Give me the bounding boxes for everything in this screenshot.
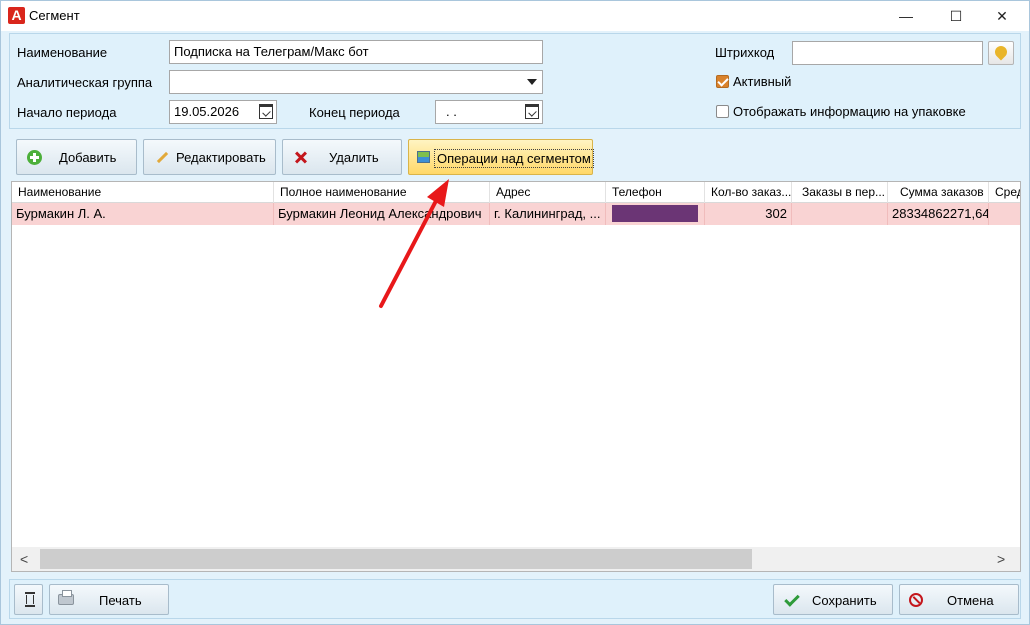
column-header-average[interactable]: Сред (989, 182, 1020, 203)
save-button-label: Сохранить (812, 593, 877, 608)
redacted-phone (612, 205, 698, 222)
save-button[interactable]: Сохранить (773, 584, 893, 615)
delete-x-icon (293, 150, 308, 165)
show-on-package-checkbox[interactable] (716, 105, 729, 118)
show-on-package-label: Отображать информацию на упаковке (733, 104, 966, 119)
print-button[interactable]: Печать (49, 584, 169, 615)
column-header-phone[interactable]: Телефон (606, 182, 705, 203)
cancel-icon (909, 593, 923, 607)
active-label: Активный (733, 74, 792, 89)
image-icon (417, 151, 430, 163)
column-header-orders-period[interactable]: Заказы в пер... (792, 182, 888, 203)
grid-header: Наименование Полное наименование Адрес Т… (12, 182, 1020, 203)
hourglass-icon (25, 592, 35, 607)
name-field-value: Подписка на Телеграм/Макс бот (174, 44, 369, 59)
segment-operations-button[interactable]: Операции над сегментом (408, 139, 594, 175)
analytic-group-label: Аналитическая группа (17, 75, 153, 90)
column-header-address[interactable]: Адрес (490, 182, 606, 203)
scrollbar-thumb[interactable] (40, 549, 752, 569)
cell-orders-sum: 28334862271,64 (888, 203, 989, 225)
scroll-right-icon[interactable]: > (997, 551, 1005, 567)
cancel-button-label: Отмена (947, 593, 994, 608)
checkmark-icon (784, 593, 798, 607)
start-date-label: Начало периода (17, 105, 117, 120)
name-field[interactable]: Подписка на Телеграм/Макс бот (169, 40, 543, 64)
title-bar: A Сегмент — ☐ ✕ (1, 1, 1029, 31)
start-date-value: 19.05.2026 (174, 104, 240, 119)
delete-button-label: Удалить (329, 150, 379, 165)
start-date-field[interactable]: 19.05.2026 (169, 100, 277, 124)
print-button-label: Печать (99, 593, 142, 608)
close-button[interactable]: ✕ (979, 1, 1025, 31)
column-header-orders-sum[interactable]: Сумма заказов (888, 182, 989, 203)
scroll-left-icon[interactable]: < (20, 551, 28, 567)
barcode-generate-button[interactable] (988, 41, 1014, 65)
edit-button-label: Редактировать (176, 150, 266, 165)
column-header-orders-count[interactable]: Кол-во заказ... (705, 182, 792, 203)
column-header-name[interactable]: Наименование (12, 182, 274, 203)
column-header-full-name[interactable]: Полное наименование (274, 182, 490, 203)
chevron-down-icon[interactable] (527, 79, 537, 85)
hourglass-button[interactable] (14, 584, 43, 615)
cell-address: г. Калининград, ... (490, 203, 606, 225)
name-label: Наименование (17, 45, 108, 60)
add-button-label: Добавить (59, 150, 117, 165)
cancel-button[interactable]: Отмена (899, 584, 1019, 615)
add-button[interactable]: Добавить (16, 139, 137, 175)
app-logo-icon: A (8, 7, 25, 24)
customers-grid[interactable]: Наименование Полное наименование Адрес Т… (11, 181, 1021, 572)
delete-button[interactable]: Удалить (282, 139, 402, 175)
add-icon (27, 150, 42, 165)
cell-full-name: Бурмакин Леонид Александрович (274, 203, 490, 225)
printer-icon (58, 590, 74, 605)
end-date-label: Конец периода (309, 105, 400, 120)
active-checkbox[interactable] (716, 75, 729, 88)
cell-name: Бурмакин Л. А. (12, 203, 274, 225)
cell-orders-period (792, 203, 888, 225)
horizontal-scrollbar[interactable]: < > (12, 547, 1020, 571)
calendar-icon[interactable] (259, 104, 273, 119)
analytic-group-dropdown[interactable] (169, 70, 543, 94)
cell-average (989, 203, 1020, 225)
cell-orders-count: 302 (705, 203, 792, 225)
calendar-icon[interactable] (525, 104, 539, 119)
segment-window: A Сегмент — ☐ ✕ Наименование Подписка на… (0, 0, 1030, 625)
edit-button[interactable]: Редактировать (143, 139, 276, 175)
end-date-field[interactable]: . . (435, 100, 543, 124)
minimize-button[interactable]: — (883, 1, 929, 31)
barcode-field[interactable] (792, 41, 983, 65)
window-title: Сегмент (29, 8, 80, 23)
barcode-label: Штрихкод (715, 45, 775, 60)
table-row[interactable]: Бурмакин Л. А. Бурмакин Леонид Александр… (12, 203, 1020, 225)
maximize-button[interactable]: ☐ (933, 1, 979, 31)
pencil-icon (154, 150, 169, 165)
segment-operations-label: Операции над сегментом (434, 149, 594, 168)
cell-phone (606, 203, 705, 225)
key-icon (992, 43, 1010, 61)
